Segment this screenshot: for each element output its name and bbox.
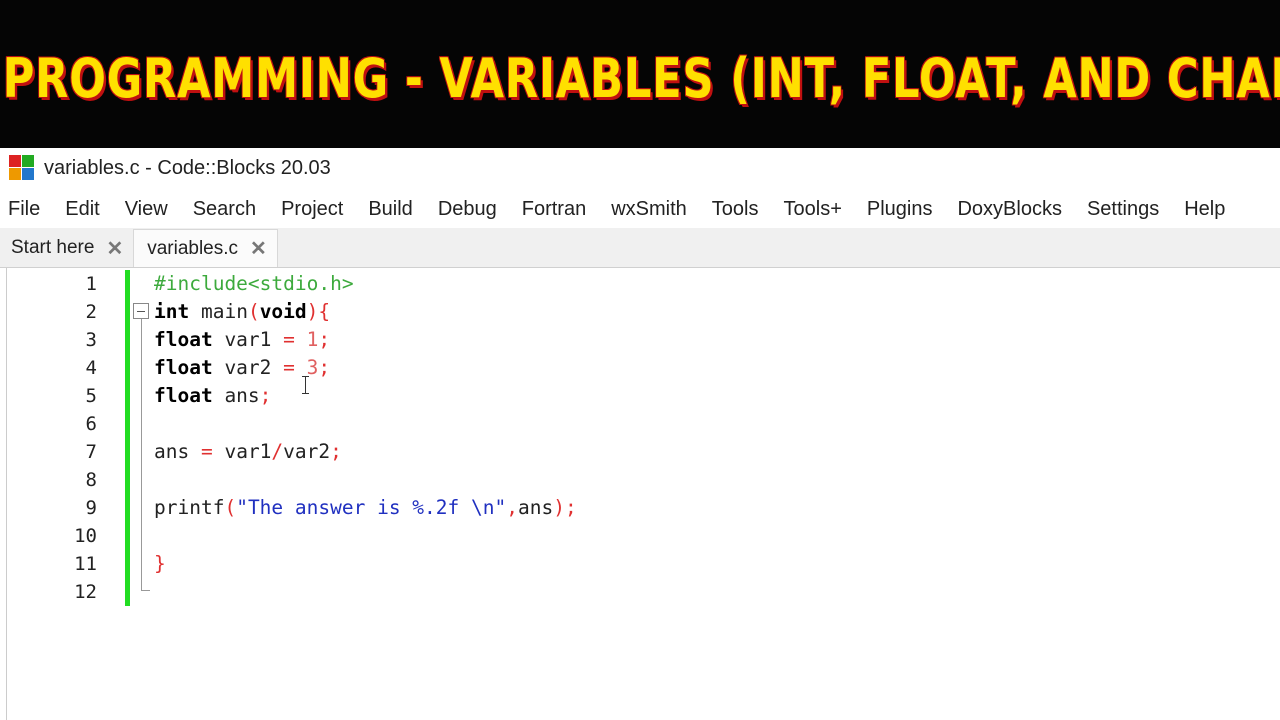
code-token: ; bbox=[330, 440, 342, 463]
code-token: 1 bbox=[306, 328, 319, 351]
code-token: / bbox=[271, 440, 284, 463]
code-token: ){ bbox=[306, 300, 331, 323]
code-token: var1 bbox=[212, 328, 284, 351]
tab-label: variables.c bbox=[147, 237, 239, 259]
line-number: 9 bbox=[85, 497, 97, 519]
code-line-7[interactable]: ans = var1/var2; bbox=[154, 438, 342, 466]
code-token: "The answer is %.2f \n" bbox=[236, 496, 507, 519]
menu-wxsmith[interactable]: wxSmith bbox=[611, 198, 687, 221]
code-token: , bbox=[506, 496, 518, 519]
fold-line bbox=[141, 319, 142, 591]
code-token: = bbox=[283, 356, 295, 379]
code-token: = bbox=[283, 328, 295, 351]
window-titlebar[interactable]: variables.c - Code::Blocks 20.03 bbox=[0, 148, 1280, 188]
menu-file[interactable]: File bbox=[8, 198, 40, 221]
line-number: 4 bbox=[85, 357, 97, 379]
editor-tab-bar: Start here ✕ variables.c ✕ bbox=[0, 228, 1280, 268]
code-line-3[interactable]: float var1 = 1; bbox=[154, 326, 330, 354]
code-token: ans bbox=[154, 440, 201, 463]
code-token: void bbox=[259, 300, 307, 323]
code-editor[interactable]: 1 2 3 4 5 6 7 8 9 10 11 12 #include<stdi… bbox=[0, 268, 1280, 720]
code-token: = bbox=[200, 440, 213, 463]
menu-settings[interactable]: Settings bbox=[1087, 198, 1159, 221]
code-line-5[interactable]: float ans; bbox=[154, 382, 271, 410]
video-banner: C PROGRAMMING - VARIABLES (INT, FLOAT, A… bbox=[0, 0, 1280, 148]
code-token: float bbox=[154, 328, 213, 351]
menu-edit[interactable]: Edit bbox=[65, 198, 99, 221]
menu-tools-plus[interactable]: Tools+ bbox=[784, 198, 842, 221]
banner-title: C PROGRAMMING - VARIABLES (INT, FLOAT, A… bbox=[0, 46, 1280, 110]
menu-tools[interactable]: Tools bbox=[712, 198, 759, 221]
line-number: 11 bbox=[74, 553, 97, 575]
menu-bar: File Edit View Search Project Build Debu… bbox=[0, 190, 1280, 228]
menu-project[interactable]: Project bbox=[281, 198, 343, 221]
tab-label: Start here bbox=[11, 237, 95, 258]
line-number: 2 bbox=[85, 301, 97, 323]
code-token: float bbox=[154, 384, 213, 407]
fold-end bbox=[141, 590, 150, 591]
code-token: #include<stdio.h> bbox=[154, 272, 354, 295]
line-number: 6 bbox=[85, 413, 97, 435]
codeblocks-icon bbox=[9, 155, 35, 181]
code-token: printf bbox=[154, 496, 225, 519]
line-number: 10 bbox=[74, 525, 97, 547]
line-number: 8 bbox=[85, 469, 97, 491]
menu-fortran[interactable]: Fortran bbox=[522, 198, 586, 221]
code-line-4[interactable]: float var2 = 3; bbox=[154, 354, 330, 382]
line-number: 5 bbox=[85, 385, 97, 407]
menu-doxyblocks[interactable]: DoxyBlocks bbox=[957, 198, 1061, 221]
menu-search[interactable]: Search bbox=[193, 198, 256, 221]
code-token: main bbox=[189, 300, 248, 323]
code-token: var2 bbox=[212, 356, 284, 379]
code-line-11[interactable]: } bbox=[154, 550, 166, 578]
line-number: 3 bbox=[85, 329, 97, 351]
menu-build[interactable]: Build bbox=[368, 198, 412, 221]
menu-plugins[interactable]: Plugins bbox=[867, 198, 933, 221]
line-number-gutter: 1 2 3 4 5 6 7 8 9 10 11 12 bbox=[7, 268, 125, 720]
code-token: ( bbox=[224, 496, 237, 519]
code-token: ); bbox=[553, 496, 577, 519]
line-number: 7 bbox=[85, 441, 97, 463]
code-token: } bbox=[154, 552, 166, 575]
code-line-2[interactable]: int main(void){ bbox=[154, 298, 330, 326]
code-token: ans bbox=[212, 384, 260, 407]
close-icon[interactable]: ✕ bbox=[106, 236, 123, 261]
close-icon[interactable]: ✕ bbox=[250, 236, 267, 261]
code-token: ; bbox=[318, 328, 331, 351]
tab-start-here[interactable]: Start here ✕ bbox=[0, 229, 133, 267]
menu-help[interactable]: Help bbox=[1184, 198, 1225, 221]
line-number: 1 bbox=[85, 273, 97, 295]
code-token: ans bbox=[517, 496, 554, 519]
code-token: float bbox=[154, 356, 213, 379]
code-token: int bbox=[154, 300, 190, 323]
change-bar bbox=[125, 270, 130, 606]
fold-collapse-icon[interactable] bbox=[133, 303, 149, 319]
code-line-1[interactable]: #include<stdio.h> bbox=[154, 270, 354, 298]
code-token: var2 bbox=[283, 440, 331, 463]
menu-view[interactable]: View bbox=[125, 198, 168, 221]
code-token: ; bbox=[318, 356, 331, 379]
tab-variables-c[interactable]: variables.c ✕ bbox=[133, 229, 278, 267]
line-number: 12 bbox=[74, 581, 97, 603]
mouse-cursor-icon bbox=[302, 376, 309, 394]
code-token: ; bbox=[259, 384, 272, 407]
code-line-9[interactable]: printf("The answer is %.2f \n",ans); bbox=[154, 494, 577, 522]
code-token: ( bbox=[247, 300, 260, 323]
menu-debug[interactable]: Debug bbox=[438, 198, 497, 221]
window-title: variables.c - Code::Blocks 20.03 bbox=[44, 156, 331, 179]
code-token: var1 bbox=[212, 440, 272, 463]
